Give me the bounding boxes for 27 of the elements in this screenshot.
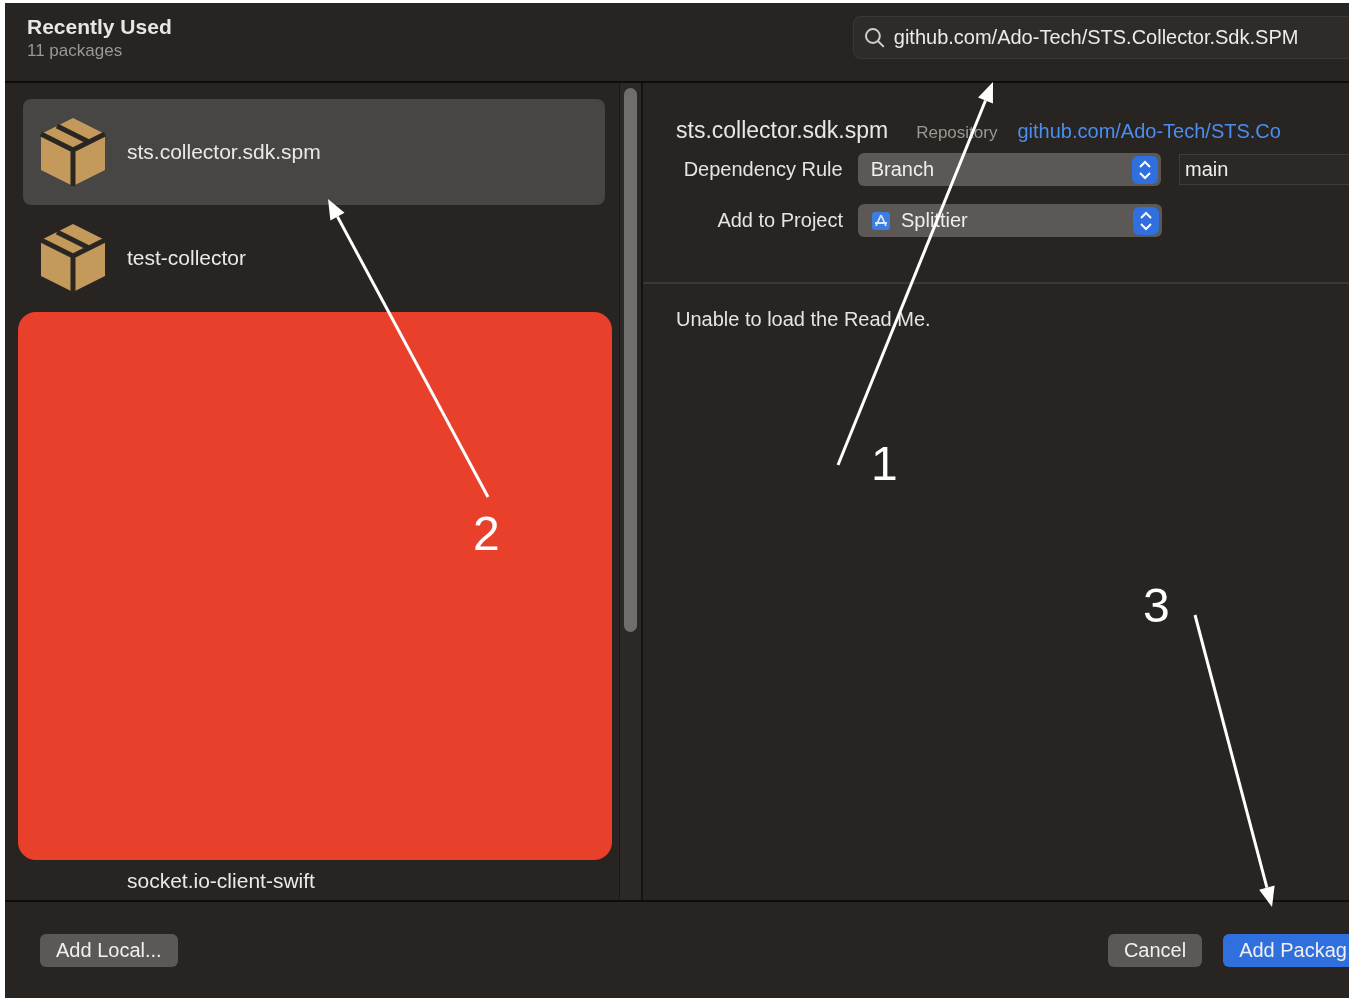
list-title: Recently Used	[27, 15, 172, 39]
annotation-number: 3	[1143, 582, 1170, 630]
field-label: Add to Project	[716, 209, 844, 232]
repository-link[interactable]: github.com/Ado-Tech/STS.Co	[1017, 120, 1281, 143]
package-row[interactable]: sts.collector.sdk.spm	[23, 99, 605, 205]
search-icon	[864, 26, 886, 49]
readme-message: Unable to load the Read Me.	[675, 307, 932, 332]
package-box-icon	[39, 222, 107, 294]
package-box-icon	[39, 116, 107, 188]
annotation-number: 2	[473, 510, 500, 558]
package-name: socket.io-client-swift	[127, 869, 315, 893]
annotation-number: 1	[871, 440, 898, 488]
add-package-button[interactable]: Add Packag	[1223, 934, 1349, 967]
field-label: Dependency Rule	[682, 158, 844, 181]
package-count: 11 packages	[27, 41, 124, 61]
package-name: sts.collector.sdk.spm	[127, 140, 321, 164]
scrollbar-thumb[interactable]	[624, 88, 637, 632]
package-name: test-collector	[127, 246, 247, 270]
package-row[interactable]: test-collector	[23, 205, 605, 311]
dialog-button[interactable]: Cancel	[1107, 934, 1203, 967]
search-field[interactable]: github.com/Ado-Tech/STS.Collector.Sdk.SPM	[853, 16, 1349, 59]
package-title: sts.collector.sdk.spm	[676, 117, 889, 144]
dialog-button[interactable]: Add Local...	[40, 934, 178, 967]
stepper-chevrons-icon	[1132, 155, 1158, 184]
branch-field[interactable]: main	[1179, 154, 1349, 185]
popup-button[interactable]: Branch	[857, 153, 1161, 186]
package-row[interactable]: socket.io-client-swift	[23, 866, 605, 896]
